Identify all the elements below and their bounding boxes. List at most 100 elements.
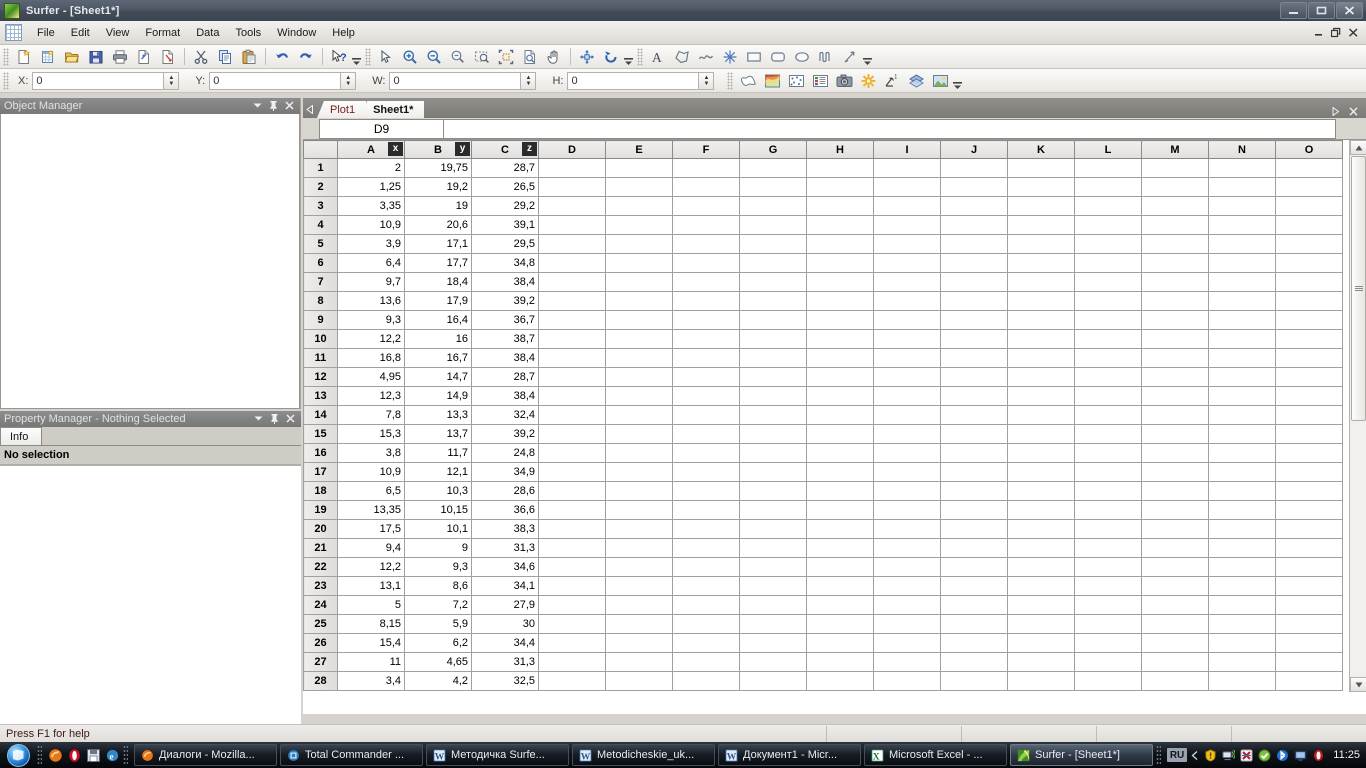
cell-K14[interactable] [1007, 405, 1075, 425]
cell-I2[interactable] [873, 177, 941, 197]
cell-H9[interactable] [806, 310, 874, 330]
cell-G8[interactable] [739, 291, 807, 311]
cell-E15[interactable] [605, 424, 673, 444]
base-map-icon[interactable] [737, 71, 759, 91]
cut-icon[interactable] [190, 47, 212, 67]
cell-O17[interactable] [1275, 462, 1343, 482]
cell-B5[interactable]: 17,1 [404, 234, 472, 254]
row-header[interactable]: 20 [303, 519, 338, 539]
spline-polyline-icon[interactable] [815, 47, 837, 67]
cell-C14[interactable]: 32,4 [471, 405, 539, 425]
row-header[interactable]: 17 [303, 462, 338, 482]
row-header[interactable]: 26 [303, 633, 338, 653]
cell-C23[interactable]: 34,1 [471, 576, 539, 596]
scroll-down-button[interactable] [1350, 677, 1366, 692]
cell-N7[interactable] [1208, 272, 1276, 292]
post-map-icon[interactable] [785, 71, 807, 91]
zoom-selected-icon[interactable] [447, 47, 469, 67]
cell-I1[interactable] [873, 158, 941, 178]
property-manager-menu-button[interactable] [254, 414, 263, 424]
cell-D23[interactable] [538, 576, 606, 596]
scroll-up-button[interactable] [1350, 140, 1366, 155]
cell-O21[interactable] [1275, 538, 1343, 558]
cell-I7[interactable] [873, 272, 941, 292]
cell-L14[interactable] [1074, 405, 1142, 425]
export-icon[interactable] [133, 47, 155, 67]
cell-N24[interactable] [1208, 595, 1276, 615]
cell-I16[interactable] [873, 443, 941, 463]
y-spinner[interactable]: ▲ ▼ [341, 71, 357, 90]
cell-E28[interactable] [605, 671, 673, 691]
cell-N14[interactable] [1208, 405, 1276, 425]
cell-F2[interactable] [672, 177, 740, 197]
cell-G12[interactable] [739, 367, 807, 387]
cell-H3[interactable] [806, 196, 874, 216]
cell-L11[interactable] [1074, 348, 1142, 368]
menu-help[interactable]: Help [324, 25, 363, 41]
cell-O7[interactable] [1275, 272, 1343, 292]
cell-D17[interactable] [538, 462, 606, 482]
vector-map-icon[interactable]: 1 [881, 71, 903, 91]
cell-E7[interactable] [605, 272, 673, 292]
cell-L21[interactable] [1074, 538, 1142, 558]
cell-K1[interactable] [1007, 158, 1075, 178]
cell-C9[interactable]: 36,7 [471, 310, 539, 330]
cell-K11[interactable] [1007, 348, 1075, 368]
cell-F18[interactable] [672, 481, 740, 501]
cell-E24[interactable] [605, 595, 673, 615]
help-pointer-icon[interactable]: ? [328, 47, 350, 67]
menu-view[interactable]: View [98, 25, 138, 41]
cell-H12[interactable] [806, 367, 874, 387]
cell-M11[interactable] [1141, 348, 1209, 368]
cell-E5[interactable] [605, 234, 673, 254]
row-header[interactable]: 13 [303, 386, 338, 406]
cell-L28[interactable] [1074, 671, 1142, 691]
cell-O23[interactable] [1275, 576, 1343, 596]
cell-J23[interactable] [940, 576, 1008, 596]
w-input[interactable]: 0 [389, 71, 522, 90]
firefox-icon[interactable] [47, 747, 64, 764]
cell-K5[interactable] [1007, 234, 1075, 254]
cell-I3[interactable] [873, 196, 941, 216]
cell-K23[interactable] [1007, 576, 1075, 596]
cell-A27[interactable]: 11 [337, 652, 405, 672]
w-spinner[interactable]: ▲ ▼ [521, 71, 537, 90]
cell-N19[interactable] [1208, 500, 1276, 520]
cell-B23[interactable]: 8,6 [404, 576, 472, 596]
cell-D16[interactable] [538, 443, 606, 463]
cell-O16[interactable] [1275, 443, 1343, 463]
cell-K9[interactable] [1007, 310, 1075, 330]
cell-H21[interactable] [806, 538, 874, 558]
cell-K18[interactable] [1007, 481, 1075, 501]
cell-F1[interactable] [672, 158, 740, 178]
row-header[interactable]: 6 [303, 253, 338, 273]
cell-K2[interactable] [1007, 177, 1075, 197]
pan-hand-icon[interactable] [543, 47, 565, 67]
cell-C11[interactable]: 38,4 [471, 348, 539, 368]
ellipse-icon[interactable] [791, 47, 813, 67]
tab-plot1[interactable]: Plot1 [317, 101, 367, 118]
reshape-icon[interactable] [839, 47, 861, 67]
cell-F5[interactable] [672, 234, 740, 254]
cell-D28[interactable] [538, 671, 606, 691]
column-header-j[interactable]: J [940, 140, 1008, 159]
vertical-scrollbar[interactable] [1349, 140, 1366, 692]
cell-E22[interactable] [605, 557, 673, 577]
row-header[interactable]: 2 [303, 177, 338, 197]
object-manager-menu-button[interactable] [253, 101, 262, 111]
cell-K26[interactable] [1007, 633, 1075, 653]
network-icon[interactable] [1221, 748, 1235, 762]
taskbar-grip[interactable] [123, 745, 128, 765]
cell-H11[interactable] [806, 348, 874, 368]
cell-G15[interactable] [739, 424, 807, 444]
column-header-b[interactable]: B y [404, 140, 472, 159]
cell-I21[interactable] [873, 538, 941, 558]
cell-D1[interactable] [538, 158, 606, 178]
cell-reference-box[interactable]: D9 [319, 118, 444, 139]
cell-D9[interactable] [538, 310, 606, 330]
cell-M24[interactable] [1141, 595, 1209, 615]
cell-J2[interactable] [940, 177, 1008, 197]
cell-F4[interactable] [672, 215, 740, 235]
cell-J20[interactable] [940, 519, 1008, 539]
zoom-page-icon[interactable] [519, 47, 541, 67]
